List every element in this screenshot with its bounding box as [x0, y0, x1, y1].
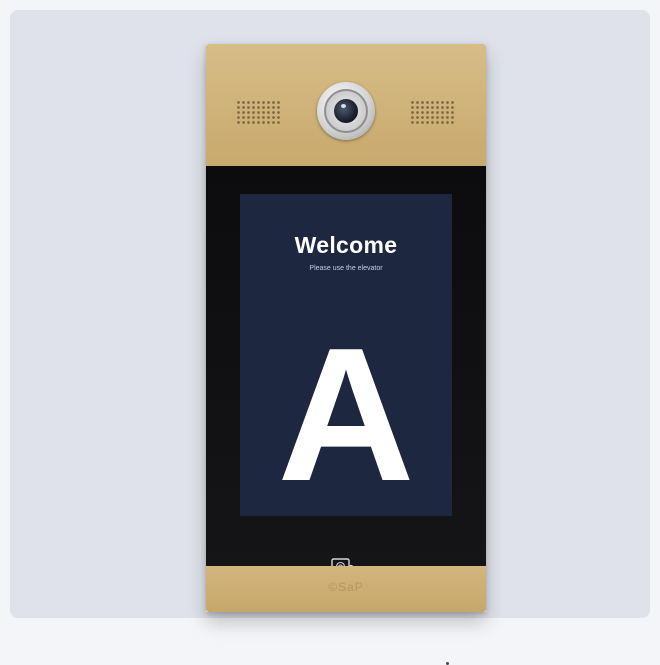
- welcome-subtitle: Please use the elevator: [309, 265, 383, 272]
- top-panel: [206, 44, 486, 166]
- welcome-title: Welcome: [294, 232, 398, 258]
- speaker-grille-right-icon: [410, 100, 456, 126]
- display-screen: Welcome Please use the elevator A: [240, 194, 452, 516]
- lens-glint: [341, 104, 346, 108]
- camera-lens: [334, 99, 358, 123]
- camera-icon: [317, 82, 375, 140]
- door-intercom: Welcome Please use the elevator A ©SaP: [206, 44, 486, 665]
- brand-logo: ©SaP: [328, 580, 364, 594]
- product-card: Welcome Please use the elevator A ©SaP: [10, 10, 650, 665]
- bottom-panel: ©SaP: [206, 566, 486, 612]
- speaker-grille-left-icon: [236, 100, 282, 126]
- glass-front: Welcome Please use the elevator A: [206, 166, 486, 665]
- elevator-letter: A: [277, 309, 415, 521]
